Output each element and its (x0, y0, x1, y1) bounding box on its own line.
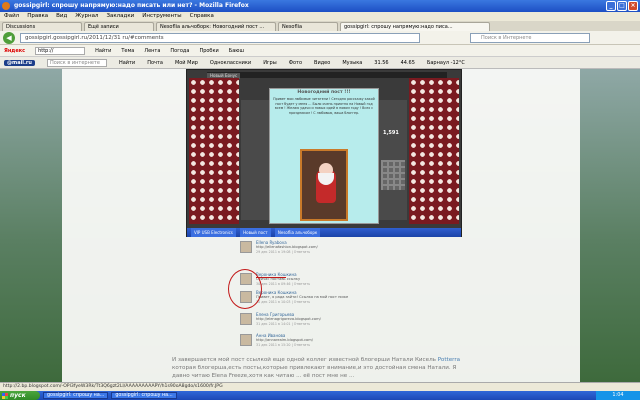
yandex-item-weather[interactable]: Погода (170, 48, 189, 54)
currency-eur: 44.65 (400, 59, 415, 66)
mailru-video[interactable]: Видео (314, 60, 330, 66)
tab-nesoflia[interactable]: Nesoflia (278, 22, 338, 31)
mailru-search-input[interactable]: Поиск в интернете (46, 58, 107, 67)
screenshot-task-2: Новый пост (240, 228, 271, 237)
comment-date[interactable]: 31 дек 2011 в 15:20 | Ответить (256, 343, 310, 347)
article-paragraph-2: которая блогерша,есть посты,которые прив… (172, 365, 457, 379)
embedded-blog-post: Новогодний пост !!! Привет мои любимые ч… (269, 88, 379, 224)
comment-text: http://ellenafashion.blogspot.com/ (256, 245, 318, 249)
currency-usd: 31.56 (374, 59, 389, 66)
start-button[interactable]: пуск (0, 391, 40, 400)
yandex-item-feed[interactable]: Лента (144, 48, 160, 54)
tab-more-posts[interactable]: Ещё записи (84, 22, 154, 31)
polka-dot-right (409, 78, 459, 224)
start-label: пуск (10, 392, 26, 399)
embedded-screenshot: Новый Бонус 1,591 Новогодний пост !!! Пр… (186, 69, 462, 237)
comment: Анна Иванова http://annarealm.blogspot.c… (240, 332, 410, 348)
mailru-mail[interactable]: Почта (147, 60, 163, 66)
yandex-find-button[interactable]: Найти (95, 48, 111, 54)
mailru-music[interactable]: Музыка (342, 60, 362, 66)
yandex-theme-button[interactable]: Тема (121, 48, 134, 54)
yandex-item-misc[interactable]: Баюш (229, 48, 244, 54)
weather-readout: Барнаул -12°C (426, 59, 465, 66)
screenshot-stat: 1,591 (383, 130, 399, 136)
url-field[interactable]: gossipgirl.gossipgirl.ru/2011/12/31 ru/#… (20, 33, 420, 43)
comment-date[interactable]: 30 дек 2011 в 09:46 | Ответить (256, 282, 310, 286)
comment: Вероника Кошкина Привет, я рада зайти! С… (240, 289, 410, 305)
status-bar: http://2.bp.blogspot.com/-OPl3fyeW3Rk/Tt… (0, 382, 640, 391)
comment-date[interactable]: 30 дек 2011 в 10:03 | Ответить (256, 300, 310, 304)
tab-gossipgirl[interactable]: gossipgirl: спрошу напрямую:надо писа... (340, 22, 490, 31)
taskbar-item[interactable]: gossipgirl: спрошу на... (111, 392, 177, 399)
taskbar-item[interactable]: gossipgirl: спрошу на... (43, 392, 109, 399)
menu-tools[interactable]: Инструменты (142, 12, 181, 21)
menu-history[interactable]: Журнал (75, 12, 98, 21)
menu-view[interactable]: Вид (56, 12, 67, 21)
yandex-logo: Яндекс (4, 47, 26, 54)
menu-file[interactable]: Файл (4, 12, 19, 21)
search-input[interactable]: Поиск в Интернете (470, 33, 590, 43)
yandex-item-traffic[interactable]: Пробки (199, 48, 218, 54)
comments-list: Ellena Ryabova http://ellenafashion.blog… (240, 237, 410, 355)
tab-discussions[interactable]: Discussions (2, 22, 82, 31)
comment: Ellena Ryabova http://ellenafashion.blog… (240, 239, 410, 255)
maximize-button[interactable]: □ (617, 1, 627, 11)
comment: Елена Григорьева http://elenagrigoreva.b… (240, 311, 410, 327)
menu-edit[interactable]: Правка (27, 12, 48, 21)
santa-photo (300, 149, 348, 221)
avatar[interactable] (240, 241, 252, 253)
mailru-myworld[interactable]: Мой Мир (175, 60, 198, 66)
comment-text: http://annarealm.blogspot.com/ (256, 338, 313, 342)
mailru-photo[interactable]: Фото (289, 60, 302, 66)
mailru-logo: @mail.ru (4, 59, 35, 66)
embedded-post-text: Привет мои любимые читатели ! Сегодня ра… (273, 97, 375, 115)
minimize-button[interactable]: _ (606, 1, 616, 11)
article-text: И завершается мой пост ссылкой еще одной… (172, 356, 472, 380)
windows-flag-icon (2, 392, 8, 399)
comment: Вероника Кошкина Сейчас поставь ссылку 3… (240, 271, 410, 287)
red-highlight-circle (228, 269, 262, 309)
screenshot-taskbar: VIP USB Electronics Новый пост Nesoflia … (187, 228, 461, 237)
yandex-input[interactable]: http:// (35, 46, 86, 55)
firefox-icon (2, 2, 10, 10)
comment-text: Привет, я рада зайти! Ссылка на мой пост… (256, 295, 349, 299)
tab-nesoflia-post[interactable]: Nesoflia альчоборк: Новогодний пост ... (156, 22, 276, 31)
follower-thumbnails (381, 160, 405, 190)
menu-bar: Файл Правка Вид Журнал Закладки Инструме… (0, 12, 640, 21)
yandex-toolbar: Яндекс http:// Найти Тема Лента Погода П… (0, 45, 640, 57)
red-highlight-underline (256, 277, 286, 278)
mailru-games[interactable]: Игры (263, 60, 277, 66)
comment-text: http://elenagrigoreva.blogspot.com/ (256, 317, 321, 321)
article-link[interactable]: Potterra (438, 357, 460, 363)
navigation-bar: ◀ gossipgirl.gossipgirl.ru/2011/12/31 ru… (0, 31, 640, 45)
mailru-toolbar: @mail.ru Поиск в интернете Найти Почта М… (0, 57, 640, 69)
mailru-find-button[interactable]: Найти (119, 60, 135, 66)
comment-date[interactable]: 31 дек 2011 в 14:01 | Ответить (256, 322, 310, 326)
avatar[interactable] (240, 313, 252, 325)
system-clock: 1:04 (596, 391, 640, 400)
window-titlebar: gossipgirl: спрошу напрямую:надо писать … (0, 0, 640, 12)
polka-dot-left (189, 78, 239, 224)
window-controls: _ □ × (606, 1, 638, 11)
embedded-post-title: Новогодний пост !!! (297, 90, 351, 95)
screenshot-right-column: 1,591 (379, 100, 407, 220)
page-content: Новый Бонус 1,591 Новогодний пост !!! Пр… (0, 69, 640, 382)
mailru-odnoklassniki[interactable]: Одноклассники (210, 60, 251, 66)
comment-date[interactable]: 29 дек 2011 в 19:08 | Ответить (256, 250, 310, 254)
avatar[interactable] (240, 334, 252, 346)
screenshot-left-column (241, 100, 269, 220)
screenshot-task-1: VIP USB Electronics (191, 228, 236, 237)
windows-taskbar: пуск gossipgirl: спрошу на... gossipgirl… (0, 391, 640, 400)
browser-tab-strip: Discussions Ещё записи Nesoflia альчобор… (0, 21, 640, 31)
window-title: gossipgirl: спрошу напрямую:надо писать … (14, 2, 249, 9)
article-paragraph: И завершается мой пост ссылкой еще одной… (172, 357, 436, 363)
close-button[interactable]: × (628, 1, 638, 11)
screenshot-task-3: Nesoflia альчоборк (274, 228, 321, 237)
menu-bookmarks[interactable]: Закладки (106, 12, 134, 21)
menu-help[interactable]: Справка (190, 12, 214, 21)
back-arrow-icon[interactable]: ◀ (3, 32, 15, 44)
